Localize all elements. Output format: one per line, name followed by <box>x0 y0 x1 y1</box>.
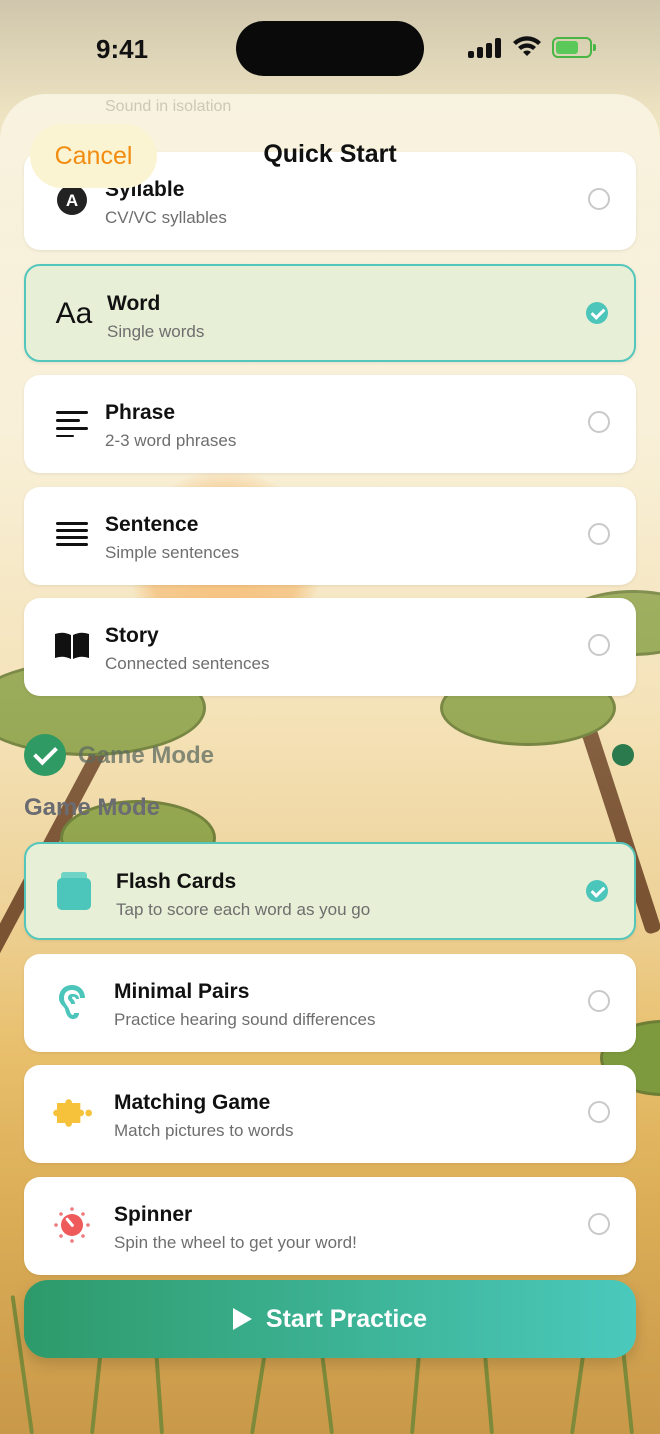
battery-icon <box>552 37 596 58</box>
game-option-matching-game[interactable]: Matching Game Match pictures to words <box>24 1065 636 1163</box>
game-option-description: Match pictures to words <box>114 1121 294 1140</box>
checkmark-circle-icon <box>24 734 66 776</box>
level-option-description: 2-3 word phrases <box>105 431 237 450</box>
wifi-icon <box>513 36 541 56</box>
game-option-spinner[interactable]: Spinner Spin the wheel to get your word! <box>24 1176 636 1275</box>
checkmark-mini-icon <box>612 744 634 766</box>
spinner-dial-icon <box>52 1205 92 1245</box>
selected-check-icon[interactable] <box>586 301 608 324</box>
start-practice-button[interactable]: Start Practice <box>24 1280 636 1358</box>
level-option-description: Simple sentences <box>105 542 240 562</box>
game-mode-section-row: Game Mode <box>24 734 636 778</box>
cards-icon <box>54 872 94 912</box>
game-option-label: Spinner <box>114 1202 193 1226</box>
level-option-description: Connected sentences <box>105 654 270 673</box>
cellular-signal-icon <box>468 38 502 58</box>
level-option-label: Phrase <box>105 401 176 424</box>
battery-fill <box>556 41 578 54</box>
open-book-icon <box>52 626 92 666</box>
level-option-sentence[interactable]: Sentence Simple sentences <box>24 486 636 585</box>
quick-start-sheet: Sound in isolation A Syllable CV/VC syllab… <box>0 94 660 1434</box>
selected-check-icon[interactable] <box>586 880 608 902</box>
paragraph-lines-icon <box>52 515 92 555</box>
level-option-story[interactable]: Story Connected sentences <box>24 598 636 696</box>
short-lines-icon <box>52 403 92 443</box>
radio-circle-icon[interactable] <box>588 522 610 545</box>
play-icon <box>232 1308 252 1330</box>
start-practice-label: Start Practice <box>265 1304 428 1333</box>
game-option-label: Flash Cards <box>116 870 237 893</box>
level-option-description: Single words <box>107 321 205 341</box>
game-mode-faded-title: Game Mode <box>78 742 215 769</box>
sheet-header: Cancel Quick Start <box>0 94 660 224</box>
game-option-label: Minimal Pairs <box>114 979 250 1003</box>
level-option-word[interactable]: Aa Word Single words <box>24 263 636 362</box>
ear-icon <box>52 982 92 1022</box>
level-option-label: Word <box>107 291 161 315</box>
level-option-phrase[interactable]: Phrase 2-3 word phrases <box>24 375 636 473</box>
radio-circle-icon[interactable] <box>588 989 610 1012</box>
puzzle-icon <box>52 1093 92 1133</box>
radio-circle-icon[interactable] <box>588 1212 610 1235</box>
game-option-description: Spin the wheel to get your word! <box>114 1232 357 1252</box>
section-title-game-mode: Game Mode <box>24 794 161 821</box>
page-title: Quick Start <box>263 140 397 168</box>
game-option-label: Matching Game <box>114 1091 271 1114</box>
level-option-label: Story <box>105 624 159 647</box>
text-size-icon: Aa <box>55 296 93 330</box>
level-option-label: Sentence <box>105 512 199 536</box>
radio-circle-icon[interactable] <box>588 1101 610 1123</box>
radio-circle-icon[interactable] <box>588 634 610 656</box>
dynamic-island <box>236 21 424 76</box>
status-bar: 9:41 <box>0 0 660 94</box>
game-option-description: Tap to score each word as you go <box>116 900 371 919</box>
game-option-flash-cards[interactable]: Flash Cards Tap to score each word as you… <box>24 842 636 940</box>
radio-circle-icon[interactable] <box>588 411 610 433</box>
game-option-description: Practice hearing sound differences <box>114 1009 376 1029</box>
game-option-minimal-pairs[interactable]: Minimal Pairs Practice hearing sound diff… <box>24 953 636 1052</box>
status-time: 9:41 <box>96 34 149 64</box>
